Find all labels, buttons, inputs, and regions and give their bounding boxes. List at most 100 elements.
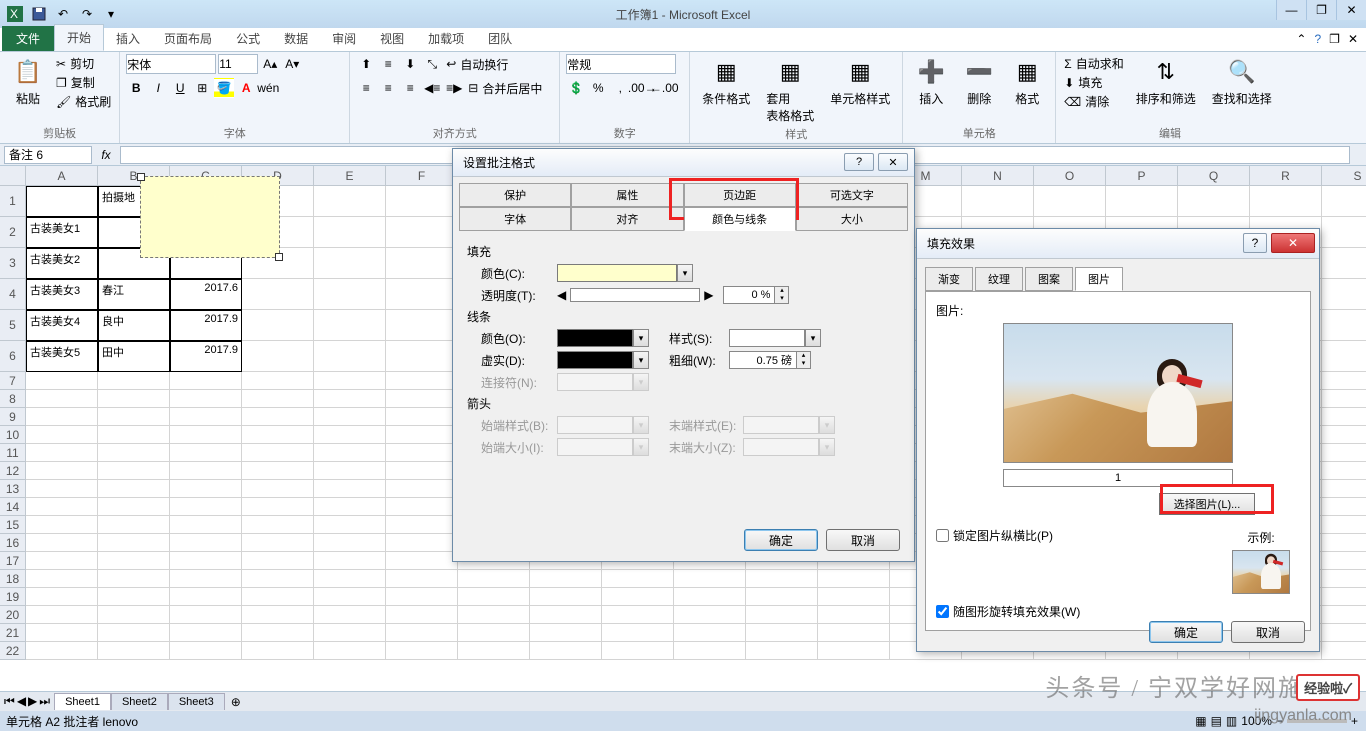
cell[interactable] [1322, 248, 1366, 279]
fill-color-select[interactable] [557, 264, 677, 282]
cell[interactable] [26, 588, 98, 606]
row-header[interactable]: 2 [0, 217, 26, 248]
paste-button[interactable]: 📋 粘贴 [6, 54, 50, 109]
cell[interactable] [26, 372, 98, 390]
autosum-button[interactable]: Σ自动求和 [1062, 54, 1125, 73]
bold-button[interactable]: B [126, 78, 146, 98]
cell[interactable] [242, 624, 314, 642]
column-header[interactable]: O [1034, 166, 1106, 186]
cell[interactable] [386, 217, 458, 248]
cell[interactable] [1322, 372, 1366, 390]
close-button[interactable]: ✕ [1336, 0, 1366, 20]
row-header[interactable]: 1 [0, 186, 26, 217]
cell-styles-button[interactable]: ▦单元格样式 [824, 54, 896, 109]
cell[interactable] [314, 642, 386, 660]
fill-color-dropdown-icon[interactable]: ▾ [677, 264, 693, 282]
dash-select[interactable] [557, 351, 633, 369]
cell[interactable] [170, 606, 242, 624]
cell[interactable] [26, 642, 98, 660]
dialog2-cancel-button[interactable]: 取消 [1231, 621, 1305, 643]
cell[interactable] [314, 606, 386, 624]
cell[interactable] [242, 552, 314, 570]
cell[interactable] [386, 516, 458, 534]
cell[interactable] [1322, 462, 1366, 480]
cell[interactable] [314, 498, 386, 516]
cell[interactable] [1322, 588, 1366, 606]
cell[interactable] [1322, 426, 1366, 444]
row-header[interactable]: 3 [0, 248, 26, 279]
cell[interactable] [386, 310, 458, 341]
row-header[interactable]: 5 [0, 310, 26, 341]
cell[interactable] [818, 588, 890, 606]
number-format-select[interactable] [566, 54, 676, 74]
name-box[interactable]: 备注 6 [4, 146, 92, 164]
cell[interactable] [1322, 186, 1366, 217]
cell[interactable] [314, 462, 386, 480]
cell[interactable] [386, 341, 458, 372]
cell[interactable] [818, 642, 890, 660]
align-center-icon[interactable]: ≡ [378, 78, 398, 98]
cell[interactable] [1322, 480, 1366, 498]
cell[interactable] [242, 516, 314, 534]
cell[interactable] [818, 624, 890, 642]
fill-button[interactable]: ⬇填充 [1062, 73, 1125, 92]
tab-properties[interactable]: 属性 [571, 183, 683, 207]
insert-cell-button[interactable]: ➕插入 [909, 54, 953, 109]
cell[interactable] [242, 444, 314, 462]
tab-team[interactable]: 团队 [476, 26, 524, 51]
excel-icon[interactable]: X [4, 4, 26, 24]
cell[interactable] [746, 606, 818, 624]
cell[interactable] [98, 390, 170, 408]
table-format-button[interactable]: ▦套用 表格格式 [760, 54, 820, 126]
row-header[interactable]: 6 [0, 341, 26, 372]
dialog2-titlebar[interactable]: 填充效果 ? ✕ [917, 229, 1319, 259]
sheet-tab-2[interactable]: Sheet2 [111, 693, 168, 710]
cell[interactable] [26, 390, 98, 408]
cell[interactable] [242, 372, 314, 390]
cell[interactable] [1322, 606, 1366, 624]
lock-aspect-checkbox[interactable] [936, 529, 949, 542]
cell[interactable] [314, 372, 386, 390]
cell[interactable] [170, 444, 242, 462]
cell[interactable] [1322, 408, 1366, 426]
cell[interactable]: 2017.9 [170, 310, 242, 341]
cell[interactable] [530, 570, 602, 588]
cell[interactable] [458, 570, 530, 588]
column-header[interactable]: F [386, 166, 458, 186]
row-header[interactable]: 22 [0, 642, 26, 660]
cell[interactable] [1250, 186, 1322, 217]
tab-colors-lines[interactable]: 颜色与线条 [684, 207, 796, 231]
cell[interactable] [314, 480, 386, 498]
cell[interactable] [386, 426, 458, 444]
row-header[interactable]: 4 [0, 279, 26, 310]
cell[interactable] [386, 498, 458, 516]
decrease-font-icon[interactable]: A▾ [282, 54, 302, 74]
cell[interactable] [386, 642, 458, 660]
row-header[interactable]: 7 [0, 372, 26, 390]
cell[interactable] [1322, 534, 1366, 552]
cell[interactable] [386, 462, 458, 480]
align-left-icon[interactable]: ≡ [356, 78, 376, 98]
cell[interactable] [458, 606, 530, 624]
copy-button[interactable]: ❐复制 [54, 73, 113, 92]
column-header[interactable]: R [1250, 166, 1322, 186]
cell[interactable] [314, 341, 386, 372]
tab-protection[interactable]: 保护 [459, 183, 571, 207]
cell[interactable] [1034, 186, 1106, 217]
rotate-fill-checkbox[interactable] [936, 605, 949, 618]
cell[interactable] [170, 462, 242, 480]
find-select-button[interactable]: 🔍查找和选择 [1206, 54, 1278, 109]
cell[interactable] [314, 310, 386, 341]
cell[interactable] [386, 390, 458, 408]
transparency-value[interactable] [724, 287, 774, 303]
cell[interactable] [746, 642, 818, 660]
cell[interactable] [170, 372, 242, 390]
fill-color-button[interactable]: 🪣 [214, 78, 234, 98]
cell[interactable] [98, 480, 170, 498]
row-header[interactable]: 20 [0, 606, 26, 624]
cell[interactable] [386, 408, 458, 426]
cell[interactable] [98, 642, 170, 660]
normal-view-icon[interactable]: ▦ [1195, 714, 1206, 728]
cancel-button[interactable]: 取消 [826, 529, 900, 551]
column-header[interactable]: N [962, 166, 1034, 186]
